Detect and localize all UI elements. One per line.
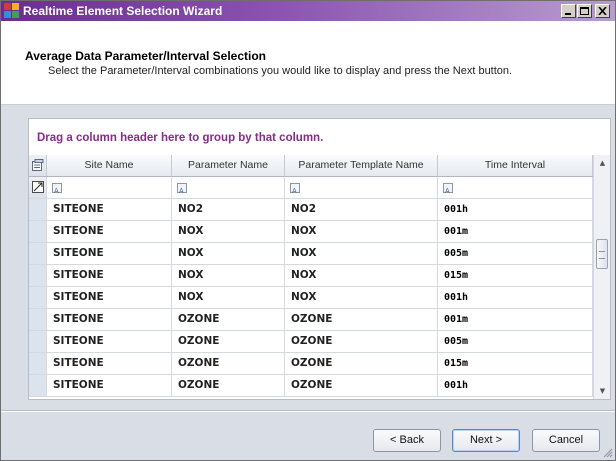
filter-parameter-name[interactable] (172, 177, 285, 199)
header-row: Site Name Parameter Name Parameter Templ… (29, 155, 593, 177)
minimize-icon (565, 13, 571, 15)
cell-parameter-name[interactable]: OZONE (172, 331, 285, 353)
window-title: Realtime Element Selection Wizard (23, 4, 223, 18)
table-row[interactable]: SITEONE OZONE OZONE 001h (29, 375, 593, 397)
cell-parameter-name[interactable]: OZONE (172, 375, 285, 397)
cell-site-name[interactable]: SITEONE (47, 265, 172, 287)
cell-parameter-name[interactable]: OZONE (172, 353, 285, 375)
cell-site-name[interactable]: SITEONE (47, 309, 172, 331)
cell-time-interval[interactable]: 001m (438, 221, 593, 243)
footer-divider (1, 410, 615, 412)
table-row[interactable]: SITEONE NOX NOX 001h (29, 287, 593, 309)
table-row[interactable]: SITEONE NO2 NO2 001h (29, 199, 593, 221)
cell-parameter-name[interactable]: NOX (172, 221, 285, 243)
row-selector[interactable] (29, 265, 47, 287)
filter-parameter-template-name[interactable] (285, 177, 438, 199)
cell-parameter-template-name[interactable]: NOX (285, 243, 438, 265)
wizard-window: Realtime Element Selection Wizard Averag… (0, 0, 616, 461)
cell-time-interval[interactable]: 001h (438, 375, 593, 397)
cell-parameter-name[interactable]: NOX (172, 287, 285, 309)
cell-time-interval[interactable]: 005m (438, 331, 593, 353)
cell-parameter-template-name[interactable]: NOX (285, 287, 438, 309)
column-chooser-button[interactable] (29, 155, 47, 177)
row-selector[interactable] (29, 353, 47, 375)
row-selector[interactable] (29, 287, 47, 309)
next-button[interactable]: Next > (452, 429, 520, 452)
group-by-hint: Drag a column header here to group by th… (37, 132, 324, 144)
resize-grip-icon[interactable] (601, 446, 613, 458)
vertical-scrollbar[interactable]: ▲ ▼ (593, 155, 610, 399)
row-selector[interactable] (29, 221, 47, 243)
row-selector[interactable] (29, 199, 47, 221)
scroll-down-icon[interactable]: ▼ (594, 383, 611, 399)
clear-filter-icon (32, 181, 44, 193)
maximize-button[interactable] (577, 4, 592, 18)
filter-site-name[interactable] (47, 177, 172, 199)
cell-time-interval[interactable]: 015m (438, 353, 593, 375)
scroll-up-icon[interactable]: ▲ (594, 155, 611, 171)
title-bar[interactable]: Realtime Element Selection Wizard (1, 1, 615, 21)
page-title: Average Data Parameter/Interval Selectio… (25, 49, 267, 63)
page-description: Select the Parameter/Interval combinatio… (48, 65, 513, 77)
maximize-icon (580, 7, 589, 15)
app-icon (4, 3, 20, 19)
cell-time-interval[interactable]: 015m (438, 265, 593, 287)
filter-icon[interactable] (52, 181, 62, 198)
back-button[interactable]: < Back (373, 429, 441, 452)
column-chooser-icon (32, 159, 44, 171)
cell-site-name[interactable]: SITEONE (47, 221, 172, 243)
cell-site-name[interactable]: SITEONE (47, 331, 172, 353)
clear-filter-button[interactable] (29, 177, 47, 199)
group-by-panel[interactable]: Drag a column header here to group by th… (29, 119, 610, 155)
cell-parameter-template-name[interactable]: OZONE (285, 353, 438, 375)
filter-row (29, 177, 593, 199)
table-row[interactable]: SITEONE NOX NOX 015m (29, 265, 593, 287)
row-selector[interactable] (29, 331, 47, 353)
cell-parameter-name[interactable]: NOX (172, 265, 285, 287)
table-row[interactable]: SITEONE OZONE OZONE 005m (29, 331, 593, 353)
cell-parameter-template-name[interactable]: OZONE (285, 309, 438, 331)
cancel-button[interactable]: Cancel (532, 429, 600, 452)
cell-site-name[interactable]: SITEONE (47, 287, 172, 309)
close-button[interactable] (595, 4, 610, 18)
row-selector[interactable] (29, 243, 47, 265)
cell-time-interval[interactable]: 001h (438, 287, 593, 309)
cell-site-name[interactable]: SITEONE (47, 243, 172, 265)
column-header-parameter-name[interactable]: Parameter Name (172, 155, 285, 177)
cell-parameter-name[interactable]: NO2 (172, 199, 285, 221)
cell-parameter-name[interactable]: OZONE (172, 309, 285, 331)
wizard-header: Average Data Parameter/Interval Selectio… (1, 21, 615, 105)
minimize-button[interactable] (561, 4, 576, 18)
filter-icon[interactable] (177, 181, 187, 198)
column-header-time-interval[interactable]: Time Interval (438, 155, 593, 177)
cell-time-interval[interactable]: 001m (438, 309, 593, 331)
row-selector[interactable] (29, 375, 47, 397)
cell-site-name[interactable]: SITEONE (47, 199, 172, 221)
table-row[interactable]: SITEONE OZONE OZONE 015m (29, 353, 593, 375)
parameter-grid[interactable]: Drag a column header here to group by th… (28, 118, 611, 400)
table-row[interactable]: SITEONE NOX NOX 005m (29, 243, 593, 265)
cell-site-name[interactable]: SITEONE (47, 375, 172, 397)
cell-parameter-template-name[interactable]: NOX (285, 221, 438, 243)
column-header-parameter-template-name[interactable]: Parameter Template Name (285, 155, 438, 177)
row-selector[interactable] (29, 309, 47, 331)
cell-parameter-name[interactable]: NOX (172, 243, 285, 265)
filter-icon[interactable] (443, 181, 453, 198)
table-row[interactable]: SITEONE NOX NOX 001m (29, 221, 593, 243)
filter-icon[interactable] (290, 181, 300, 198)
filter-time-interval[interactable] (438, 177, 593, 199)
cell-parameter-template-name[interactable]: NOX (285, 265, 438, 287)
column-header-site-name[interactable]: Site Name (47, 155, 172, 177)
cell-time-interval[interactable]: 005m (438, 243, 593, 265)
cell-time-interval[interactable]: 001h (438, 199, 593, 221)
cell-parameter-template-name[interactable]: NO2 (285, 199, 438, 221)
scrollbar-thumb[interactable] (596, 239, 608, 269)
cell-site-name[interactable]: SITEONE (47, 353, 172, 375)
table-row[interactable]: SITEONE OZONE OZONE 001m (29, 309, 593, 331)
cell-parameter-template-name[interactable]: OZONE (285, 331, 438, 353)
close-icon (598, 7, 607, 15)
cell-parameter-template-name[interactable]: OZONE (285, 375, 438, 397)
